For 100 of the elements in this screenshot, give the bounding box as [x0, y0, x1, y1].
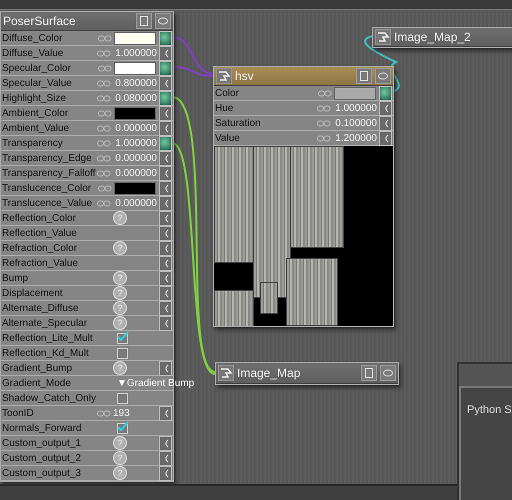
checkbox[interactable] [117, 332, 128, 344]
link-icon[interactable] [97, 80, 111, 86]
input-label: Bump [1, 272, 28, 284]
preview-toggle-button[interactable] [380, 365, 396, 381]
help-icon: ? [113, 436, 127, 450]
value-field[interactable]: 1.000000 [333, 102, 377, 114]
input-socket[interactable] [159, 300, 172, 316]
input-socket[interactable] [159, 360, 172, 376]
value-field[interactable]: 1.000000 [113, 48, 157, 58]
preview-toggle-button[interactable] [155, 13, 171, 29]
plug-icon [162, 78, 168, 88]
plug-icon [162, 154, 168, 162]
link-icon[interactable] [97, 50, 111, 56]
collapse-button[interactable] [361, 365, 377, 381]
link-icon[interactable] [317, 104, 331, 112]
node-icon[interactable] [216, 68, 232, 84]
value-field[interactable]: 0.000000 [113, 122, 157, 134]
connected-socket-icon[interactable] [159, 136, 172, 150]
input-label: Refraction_Color [1, 242, 78, 254]
link-icon[interactable] [97, 410, 111, 416]
plug-icon [162, 364, 168, 372]
input-socket[interactable] [159, 226, 172, 240]
frame-icon [140, 16, 148, 26]
frame-icon [365, 368, 373, 378]
node-title: Image_Map_2 [394, 30, 472, 44]
value-field[interactable]: 0.000000 [113, 152, 157, 164]
link-icon[interactable] [97, 170, 111, 176]
color-swatch[interactable] [114, 62, 156, 74]
input-socket[interactable] [379, 130, 392, 146]
value-field[interactable]: 0.000000 [113, 168, 157, 178]
input-socket[interactable] [159, 106, 172, 120]
color-swatch[interactable] [114, 106, 156, 120]
color-swatch[interactable] [114, 182, 156, 194]
input-socket[interactable] [159, 150, 172, 166]
connected-socket-icon[interactable] [159, 30, 172, 46]
collapse-button[interactable] [356, 68, 372, 84]
node-icon[interactable] [218, 365, 234, 381]
node-title: hsv [235, 69, 255, 83]
preview-toggle-button[interactable] [375, 68, 391, 84]
link-icon[interactable] [97, 154, 111, 162]
link-icon[interactable] [98, 64, 112, 72]
input-socket[interactable] [159, 316, 172, 330]
link-icon[interactable] [97, 200, 111, 206]
help-icon: ? [113, 361, 127, 375]
input-socket[interactable] [159, 210, 172, 226]
checkbox[interactable] [117, 422, 128, 434]
link-icon[interactable] [318, 90, 332, 96]
connected-socket-icon[interactable] [159, 90, 172, 106]
link-icon[interactable] [98, 184, 112, 192]
link-icon[interactable] [98, 110, 112, 116]
input-socket[interactable] [379, 116, 392, 130]
value-field[interactable]: 0.000000 [113, 198, 157, 208]
input-socket[interactable] [159, 270, 172, 286]
value-field[interactable]: 1.200000 [333, 132, 377, 144]
input-socket[interactable] [159, 166, 172, 180]
input-socket[interactable] [159, 406, 172, 420]
input-socket[interactable] [379, 100, 392, 116]
plug-icon [162, 454, 168, 462]
link-icon[interactable] [97, 94, 111, 102]
input-socket[interactable] [159, 466, 172, 480]
value-field[interactable]: 1.000000 [113, 138, 157, 148]
input-label: Ambient_Value [1, 122, 70, 134]
input-label: Shadow_Catch_Only [1, 392, 96, 404]
value-field[interactable]: 193 [113, 408, 153, 418]
node-icon[interactable] [375, 29, 391, 45]
input-socket[interactable] [159, 286, 172, 300]
help-icon: ? [113, 316, 127, 330]
color-swatch[interactable] [114, 32, 156, 44]
input-socket[interactable] [159, 450, 172, 466]
input-socket[interactable] [159, 436, 172, 450]
link-icon[interactable] [97, 140, 111, 146]
help-icon: ? [113, 241, 127, 255]
checkbox[interactable] [117, 348, 128, 358]
collapse-button[interactable] [136, 13, 152, 29]
input-socket[interactable] [159, 46, 172, 60]
value-field[interactable]: 0.080000 [113, 92, 157, 104]
plug-icon [162, 258, 168, 268]
input-label: Reflection_Value [1, 228, 77, 238]
mode-dropdown[interactable]: ▼Gradient Bump [117, 378, 194, 388]
input-socket[interactable] [159, 196, 172, 210]
input-label: Specular_Value [1, 78, 72, 88]
plug-icon [162, 228, 168, 238]
input-socket[interactable] [159, 180, 172, 196]
plug-icon [162, 318, 168, 328]
link-icon[interactable] [317, 134, 331, 142]
link-icon[interactable] [97, 124, 111, 132]
checkbox[interactable] [117, 392, 128, 404]
link-icon[interactable] [317, 120, 331, 126]
input-socket[interactable] [159, 240, 172, 256]
connected-socket-icon[interactable] [379, 86, 392, 100]
value-field[interactable]: 0.800000 [113, 78, 157, 88]
link-icon[interactable] [98, 34, 112, 42]
input-socket[interactable] [159, 256, 172, 270]
input-label: Specular_Color [1, 62, 71, 74]
input-socket[interactable] [159, 120, 172, 136]
input-socket[interactable] [159, 76, 172, 90]
color-swatch[interactable] [334, 86, 376, 100]
eye-icon [158, 17, 168, 25]
value-field[interactable]: 0.100000 [333, 118, 377, 128]
connected-socket-icon[interactable] [159, 60, 172, 76]
